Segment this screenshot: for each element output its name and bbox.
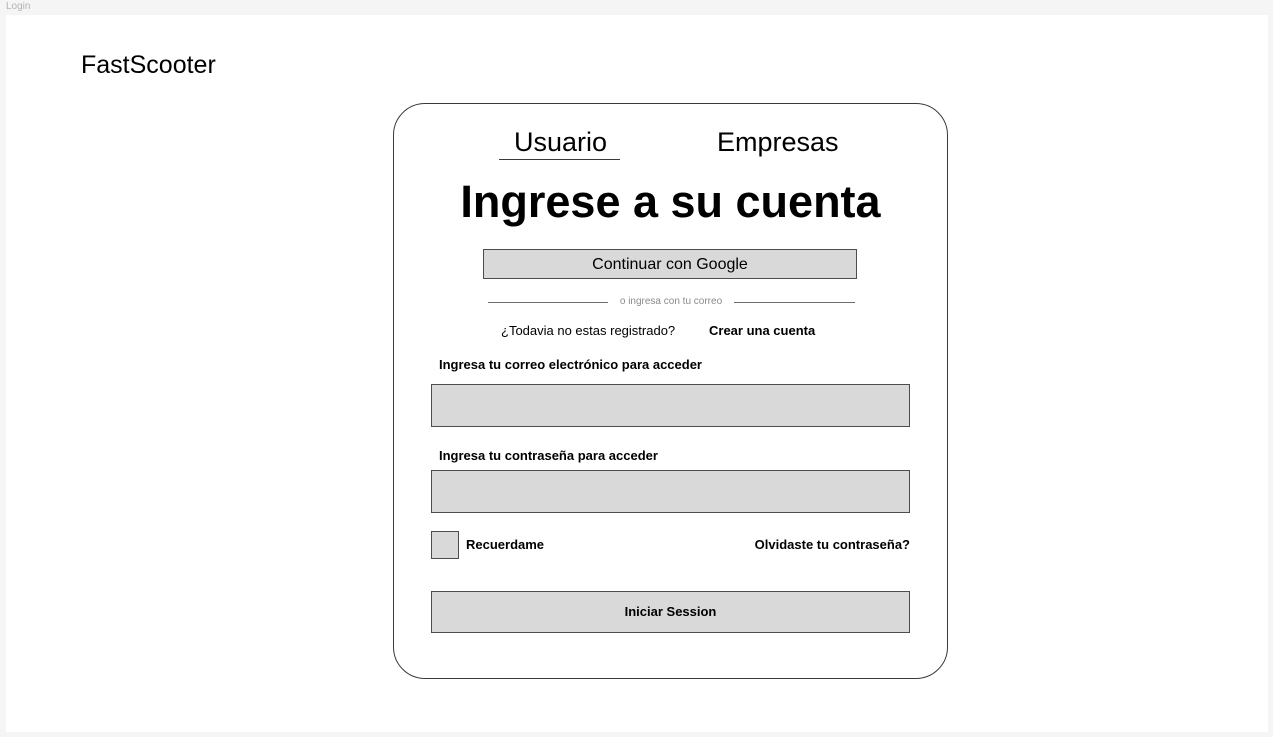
forgot-password-link[interactable]: Olvidaste tu contraseña? [755, 537, 910, 553]
login-frame: FastScooter Usuario Empresas Ingrese a s… [6, 15, 1268, 732]
page-title: Ingrese a su cuenta [460, 176, 881, 227]
register-question: ¿Todavia no estas registrado? [501, 323, 676, 338]
tab-empresas[interactable]: Empresas [717, 125, 839, 159]
password-label: Ingresa tu contraseña para acceder [439, 448, 658, 463]
active-tab-underline [499, 159, 620, 160]
google-login-button[interactable]: Continuar con Google [483, 249, 857, 279]
login-card: Usuario Empresas Ingrese a su cuenta Con… [393, 103, 948, 679]
create-account-link[interactable]: Crear una cuenta [709, 323, 815, 339]
frame-label: Login [6, 1, 31, 12]
login-submit-button[interactable]: Iniciar Session [431, 591, 910, 633]
password-field[interactable] [431, 470, 910, 513]
email-label: Ingresa tu correo electrónico para acced… [439, 357, 702, 372]
remember-me-label: Recuerdame [466, 537, 545, 552]
tab-usuario[interactable]: Usuario [514, 125, 607, 159]
remember-me-checkbox[interactable] [431, 531, 459, 559]
divider-line-right [734, 302, 855, 303]
divider-line-left [488, 302, 608, 303]
brand-logo-text: FastScooter [81, 51, 216, 79]
email-field[interactable] [431, 384, 910, 427]
divider-text: o ingresa con tu correo [619, 296, 723, 307]
